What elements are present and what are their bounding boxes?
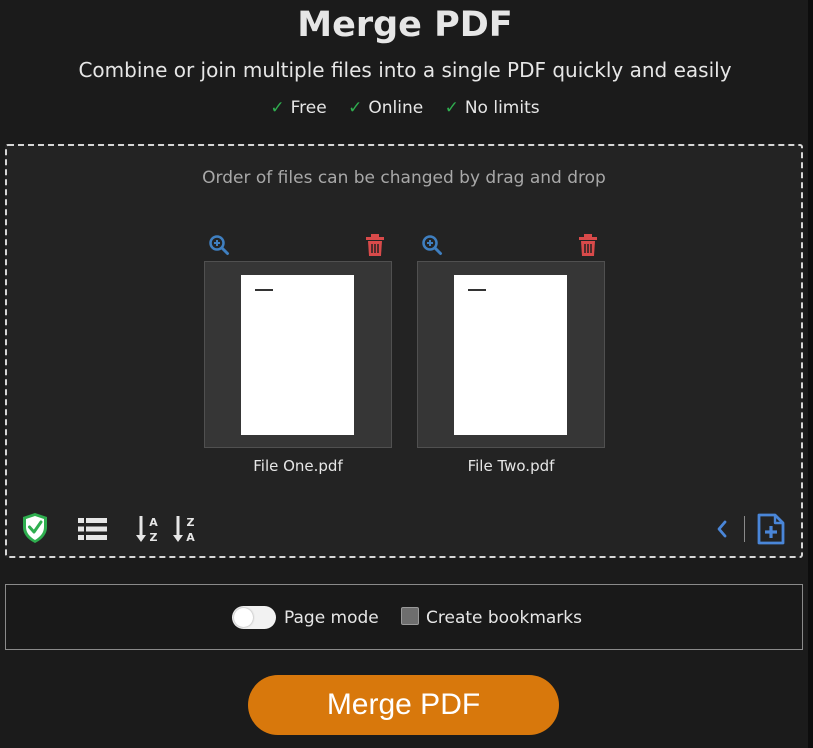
file-thumbnail[interactable] xyxy=(417,261,605,448)
sort-za-icon[interactable]: Z A xyxy=(173,514,197,544)
file-name: File One.pdf xyxy=(253,457,343,475)
sort-az-icon[interactable]: A Z xyxy=(136,514,160,544)
page-mode-label: Page mode xyxy=(284,608,379,628)
check-icon: ✓ xyxy=(348,98,363,118)
pdf-page-preview xyxy=(241,275,354,435)
file-card[interactable]: File One.pdf xyxy=(204,232,392,475)
file-card[interactable]: File Two.pdf xyxy=(417,232,605,475)
merge-options: Page mode Create bookmarks xyxy=(5,584,803,650)
check-icon: ✓ xyxy=(444,98,459,118)
file-thumbnail[interactable] xyxy=(204,261,392,448)
file-name: File Two.pdf xyxy=(467,457,555,475)
feature-online: ✓ Online xyxy=(348,98,424,118)
feature-no-limits: ✓ No limits xyxy=(444,98,540,118)
file-dropzone[interactable]: Order of files can be changed by drag an… xyxy=(5,144,803,558)
svg-text:Z: Z xyxy=(187,516,195,529)
zoom-icon[interactable] xyxy=(421,234,443,256)
page-subtitle: Combine or join multiple files into a si… xyxy=(78,58,732,82)
pdf-page-preview xyxy=(454,275,567,435)
chevron-left-icon[interactable] xyxy=(716,520,728,538)
page-title: Merge PDF xyxy=(297,5,513,45)
feature-list: ✓ Free ✓ Online ✓ No limits xyxy=(0,96,810,120)
page-mode-toggle[interactable] xyxy=(232,606,276,629)
list-icon[interactable] xyxy=(78,517,108,541)
svg-text:Z: Z xyxy=(150,531,158,544)
toolbar-divider xyxy=(744,516,745,542)
toggle-knob xyxy=(234,608,253,627)
svg-text:A: A xyxy=(186,531,195,544)
drag-drop-hint: Order of files can be changed by drag an… xyxy=(202,168,606,188)
trash-icon[interactable] xyxy=(364,233,386,257)
zoom-icon[interactable] xyxy=(208,234,230,256)
shield-check-icon[interactable] xyxy=(21,512,49,544)
add-file-icon[interactable] xyxy=(757,513,785,545)
trash-icon[interactable] xyxy=(577,233,599,257)
check-icon: ✓ xyxy=(270,98,285,118)
svg-text:A: A xyxy=(149,516,158,529)
create-bookmarks-checkbox[interactable] xyxy=(401,607,419,625)
create-bookmarks-label: Create bookmarks xyxy=(426,608,582,628)
merge-pdf-button[interactable]: Merge PDF xyxy=(248,675,559,735)
feature-free: ✓ Free xyxy=(270,98,327,118)
